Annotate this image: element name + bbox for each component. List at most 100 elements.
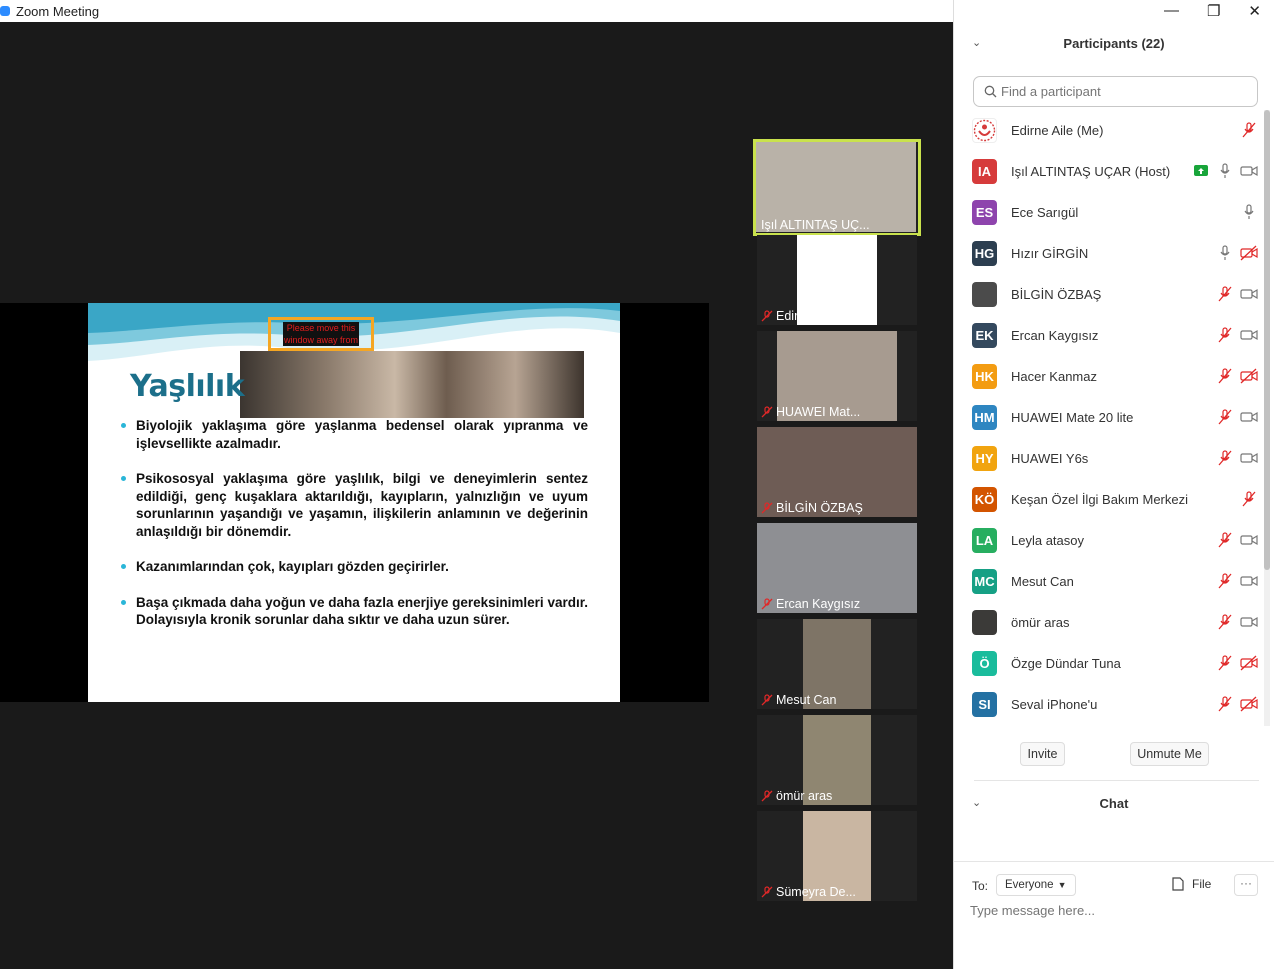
- participant-status-icons: [1216, 532, 1258, 548]
- mic-muted-icon[interactable]: [1216, 532, 1234, 548]
- avatar: KÖ: [972, 487, 997, 512]
- participant-scrollbar[interactable]: [1264, 110, 1270, 726]
- participant-row[interactable]: SI Seval iPhone'u: [972, 684, 1262, 725]
- microphone-icon[interactable]: [1216, 245, 1234, 261]
- screen-share-icon[interactable]: [1192, 163, 1210, 179]
- avatar: [972, 282, 997, 307]
- slide-bullet: Psikososyal yaklaşıma göre yaşlılık, bil…: [118, 470, 588, 540]
- participant-search[interactable]: [973, 76, 1258, 107]
- chat-title: Chat: [1099, 796, 1129, 811]
- participant-row[interactable]: Ö Özge Dündar Tuna: [972, 643, 1262, 684]
- video-tile-name: BİLGİN ÖZBAŞ: [761, 501, 863, 515]
- video-tile[interactable]: BİLGİN ÖZBAŞ: [753, 427, 921, 523]
- video-off-icon[interactable]: [1240, 245, 1258, 261]
- participant-row[interactable]: HK Hacer Kanmaz: [972, 356, 1262, 397]
- participant-row[interactable]: HG Hızır GİRGİN: [972, 233, 1262, 274]
- video-tile[interactable]: HUAWEI Mat...: [753, 331, 921, 427]
- video-camera-icon[interactable]: [1240, 163, 1258, 179]
- mic-muted-icon: [761, 406, 773, 418]
- minimize-icon[interactable]: —: [1164, 2, 1179, 20]
- video-camera-icon[interactable]: [1240, 573, 1258, 589]
- video-off-icon[interactable]: [1240, 368, 1258, 384]
- mic-muted-icon[interactable]: [1240, 491, 1258, 507]
- participant-row[interactable]: IA Işıl ALTINTAŞ UÇAR (Host): [972, 151, 1262, 192]
- unmute-me-button[interactable]: Unmute Me: [1130, 742, 1209, 766]
- recipient-select[interactable]: Everyone ▼: [996, 874, 1076, 896]
- video-camera-icon[interactable]: [1240, 450, 1258, 466]
- video-tile-name: Sümeyra De...: [761, 885, 856, 899]
- participant-name: Leyla atasoy: [1011, 533, 1084, 548]
- edirne-aile-logo-icon: [973, 119, 996, 142]
- divider: [954, 861, 1274, 862]
- participant-status-icons: [1216, 696, 1258, 712]
- search-input[interactable]: [1001, 84, 1241, 99]
- chat-header: ⌄ Chat: [954, 792, 1274, 814]
- mic-muted-icon[interactable]: [1216, 614, 1234, 630]
- participant-row[interactable]: ES Ece Sarıgül: [972, 192, 1262, 233]
- mic-muted-icon[interactable]: [1216, 655, 1234, 671]
- video-tile[interactable]: ömür aras: [753, 715, 921, 811]
- invite-button[interactable]: Invite: [1020, 742, 1065, 766]
- mic-muted-icon[interactable]: [1216, 368, 1234, 384]
- window-title: Zoom Meeting: [16, 3, 100, 19]
- video-tile[interactable]: Edirne Aile: [753, 235, 921, 331]
- scrollbar-thumb[interactable]: [1264, 110, 1270, 570]
- avatar: [972, 610, 997, 635]
- video-tile[interactable]: Işıl ALTINTAŞ UÇ...: [753, 139, 921, 236]
- video-camera-icon[interactable]: [1240, 532, 1258, 548]
- video-tile[interactable]: Ercan Kaygısız: [753, 523, 921, 619]
- slide-bullets: Biyolojik yaklaşıma göre yaşlanma bedens…: [118, 417, 588, 647]
- participant-name: Işıl ALTINTAŞ UÇAR (Host): [1011, 164, 1171, 179]
- avatar: LA: [972, 528, 997, 553]
- mic-muted-icon[interactable]: [1240, 122, 1258, 138]
- avatar: IA: [972, 159, 997, 184]
- to-label: To:: [972, 879, 989, 893]
- video-tile-name: Ercan Kaygısız: [761, 597, 860, 611]
- mic-muted-icon[interactable]: [1216, 286, 1234, 302]
- video-off-icon[interactable]: [1240, 655, 1258, 671]
- video-off-icon[interactable]: [1240, 696, 1258, 712]
- participants-title: Participants (22): [1063, 36, 1165, 51]
- avatar: HK: [972, 364, 997, 389]
- participant-row[interactable]: Edirne Aile (Me): [972, 110, 1262, 151]
- mic-muted-icon[interactable]: [1216, 409, 1234, 425]
- video-camera-icon[interactable]: [1240, 614, 1258, 630]
- participant-status-icons: [1216, 573, 1258, 589]
- avatar: HG: [972, 241, 997, 266]
- participant-status-icons: [1240, 122, 1258, 138]
- participant-row[interactable]: EK Ercan Kaygısız: [972, 315, 1262, 356]
- participant-row[interactable]: BİLGİN ÖZBAŞ: [972, 274, 1262, 315]
- participant-row[interactable]: LA Leyla atasoy: [972, 520, 1262, 561]
- mic-muted-icon[interactable]: [1216, 450, 1234, 466]
- participant-row[interactable]: HY HUAWEI Y6s: [972, 438, 1262, 479]
- video-camera-icon[interactable]: [1240, 286, 1258, 302]
- video-camera-icon[interactable]: [1240, 327, 1258, 343]
- participant-status-icons: [1240, 491, 1258, 507]
- mic-muted-icon[interactable]: [1216, 327, 1234, 343]
- close-icon[interactable]: ✕: [1248, 2, 1261, 20]
- window-controls: — ❐ ✕: [1164, 2, 1261, 20]
- mic-muted-icon[interactable]: [1216, 573, 1234, 589]
- mic-muted-icon[interactable]: [1216, 696, 1234, 712]
- restore-icon[interactable]: ❐: [1207, 2, 1220, 20]
- slide-bullet: Biyolojik yaklaşıma göre yaşlanma bedens…: [118, 417, 588, 452]
- avatar: HM: [972, 405, 997, 430]
- chat-message-input[interactable]: [970, 903, 1250, 918]
- more-options-button[interactable]: ···: [1234, 874, 1258, 896]
- microphone-icon[interactable]: [1216, 163, 1234, 179]
- file-button[interactable]: File: [1172, 877, 1211, 891]
- participant-row[interactable]: HM HUAWEI Mate 20 lite: [972, 397, 1262, 438]
- video-tile[interactable]: Sümeyra De...: [753, 811, 921, 907]
- video-tile[interactable]: Mesut Can: [753, 619, 921, 715]
- video-camera-icon[interactable]: [1240, 409, 1258, 425]
- microphone-icon[interactable]: [1240, 204, 1258, 220]
- slide-title: Yaşlılık: [130, 369, 245, 404]
- participant-name: Hızır GİRGİN: [1011, 246, 1089, 261]
- participant-status-icons: [1216, 368, 1258, 384]
- avatar: HY: [972, 446, 997, 471]
- participant-row[interactable]: ömür aras: [972, 602, 1262, 643]
- participant-name: ömür aras: [1011, 615, 1070, 630]
- participant-row[interactable]: KÖ Keşan Özel İlgi Bakım Merkezi: [972, 479, 1262, 520]
- participant-row[interactable]: MC Mesut Can: [972, 561, 1262, 602]
- video-tile-name: Mesut Can: [761, 693, 836, 707]
